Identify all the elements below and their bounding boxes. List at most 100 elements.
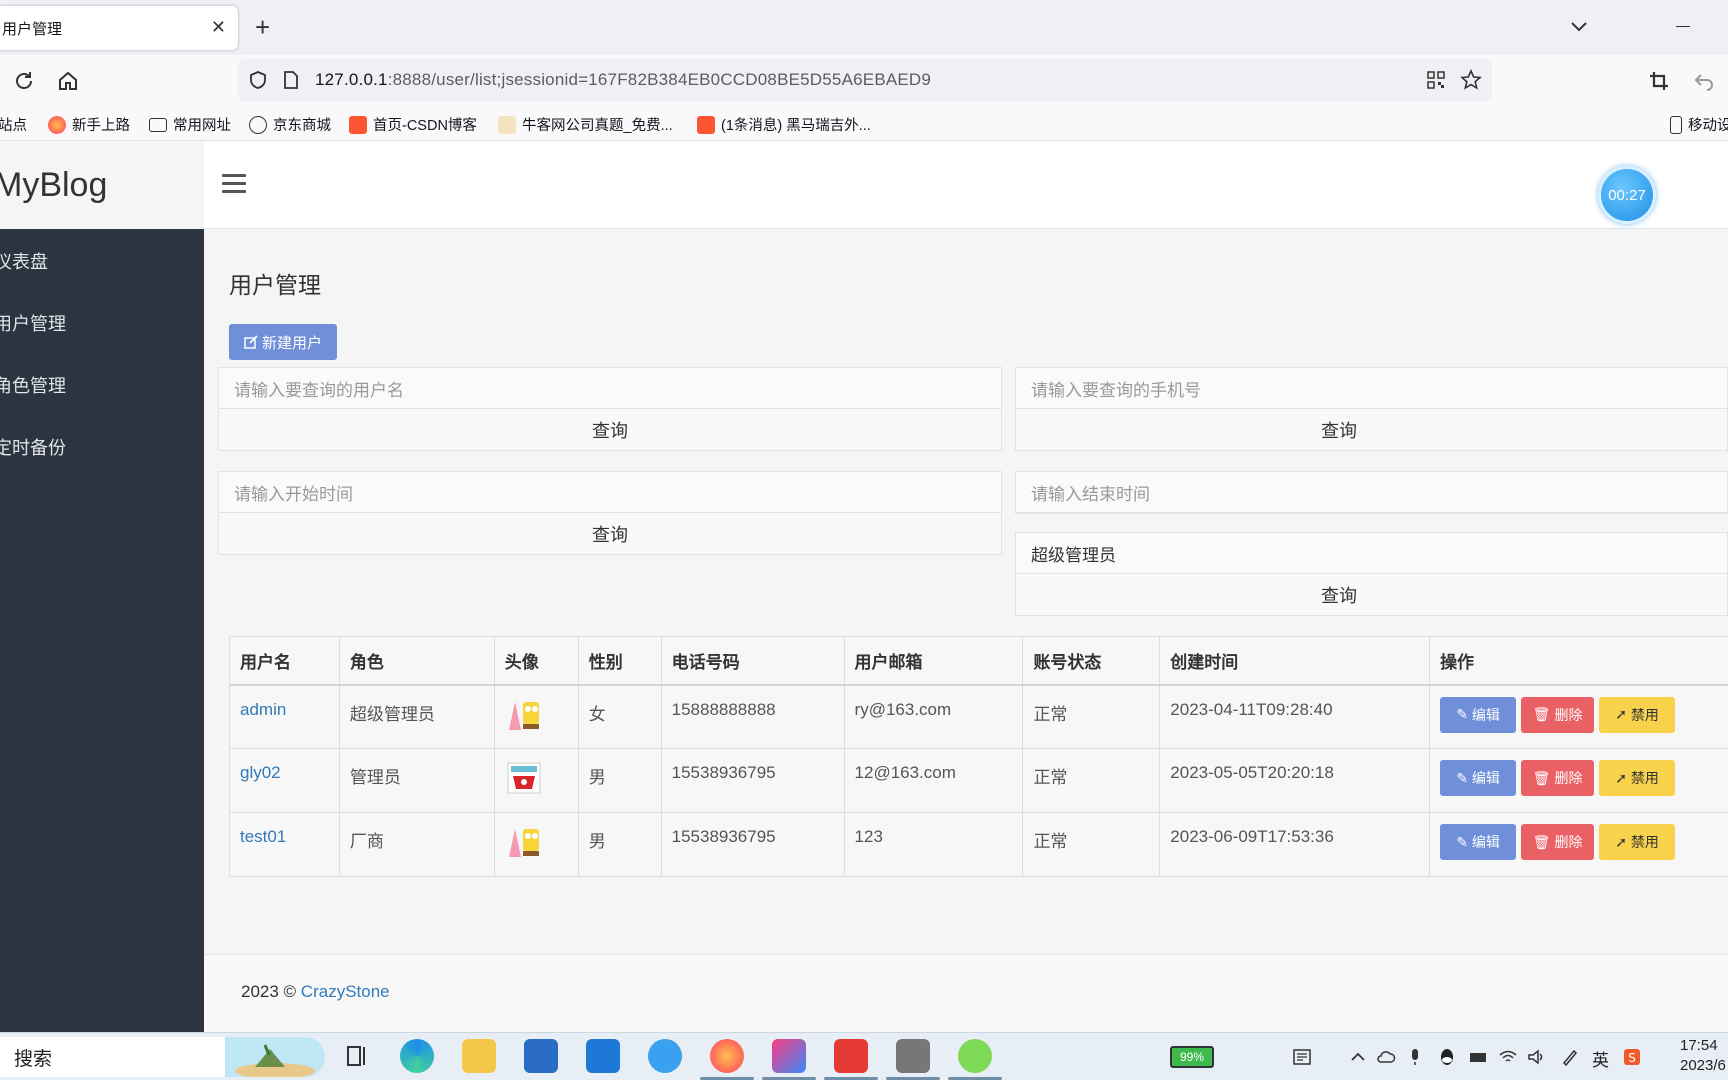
username-link[interactable]: test01 <box>229 812 340 877</box>
query-button[interactable]: 查询 <box>1016 409 1727 450</box>
phone-search: 请输入要查询的手机号 查询 <box>1015 367 1728 451</box>
avatar-cell <box>493 748 579 813</box>
delete-button[interactable]: 🗑 删除 <box>1521 760 1595 796</box>
username-link[interactable]: admin <box>229 684 340 749</box>
gender-cell: 男 <box>577 748 662 813</box>
reload-icon[interactable] <box>12 69 36 93</box>
sidebar-item-backup[interactable]: 定时备份 <box>0 422 204 472</box>
sidebar-item-roles[interactable]: 角色管理 <box>0 360 204 410</box>
firefox-taskbar-icon[interactable] <box>700 1039 754 1080</box>
username-link[interactable]: gly02 <box>229 748 340 813</box>
main-content: 用户管理 新建用户 请输入要查询的用户名 查询 请输入要查询的手机号 查询 请输… <box>204 229 1728 954</box>
mail-icon[interactable] <box>586 1039 620 1073</box>
qr-code-icon[interactable] <box>1426 70 1446 90</box>
bookmark-item[interactable]: 常用网址 <box>149 114 231 135</box>
tab-title: 用户管理 <box>2 20 63 38</box>
menu-toggle-icon[interactable] <box>222 174 246 194</box>
tab-list-chevron-icon[interactable] <box>1568 15 1590 37</box>
sidebar-item-users[interactable]: 用户管理 <box>0 298 204 348</box>
bookmark-item[interactable]: 首页-CSDN博客 <box>349 114 477 135</box>
file-explorer-icon[interactable] <box>462 1039 496 1073</box>
undo-icon[interactable] <box>1692 69 1716 93</box>
edit-button[interactable]: ✎ 编辑 <box>1440 824 1517 860</box>
created-time-cell: 2023-05-05T20:20:18 <box>1159 748 1431 813</box>
end-time-input[interactable]: 请输入结束时间 <box>1016 472 1727 513</box>
screenshot-crop-icon[interactable] <box>1647 69 1671 93</box>
phone-cell: 15888888888 <box>660 684 845 749</box>
csdn-icon <box>697 115 715 134</box>
intellij-icon[interactable] <box>762 1039 816 1080</box>
end-time-search: 请输入结束时间 <box>1015 471 1728 514</box>
app-footer: 2023 © CrazyStone <box>204 954 1728 1032</box>
input-method-indicator[interactable]: 英 <box>1592 1046 1609 1071</box>
qq-icon[interactable] <box>1437 1047 1457 1067</box>
volume-icon[interactable] <box>1526 1047 1546 1067</box>
start-time-input[interactable]: 请输入开始时间 <box>219 472 1001 513</box>
sogou-input-icon[interactable]: S <box>1622 1047 1642 1067</box>
table-header-row: 用户名 角色 头像 性别 电话号码 用户邮箱 账号状态 创建时间 操作 <box>229 636 1728 686</box>
copyright: 2023 © CrazyStone <box>241 982 390 1001</box>
role-select[interactable]: 超级管理员 <box>1016 533 1727 574</box>
phone-input[interactable]: 请输入要查询的手机号 <box>1016 368 1727 409</box>
task-view-icon[interactable] <box>340 1039 374 1073</box>
username-input[interactable]: 请输入要查询的用户名 <box>219 368 1001 409</box>
bookmark-star-icon[interactable] <box>1460 69 1482 91</box>
recorder-app-icon[interactable] <box>886 1039 940 1080</box>
close-tab-icon[interactable]: ✕ <box>211 17 226 38</box>
rocket-icon: ➚ <box>1615 833 1627 850</box>
new-tab-button[interactable]: + <box>255 12 270 43</box>
bookmark-item[interactable]: 京东商城 <box>249 114 331 135</box>
disable-button[interactable]: ➚ 禁用 <box>1599 824 1676 860</box>
brand-logo[interactable]: MyBlog <box>0 141 204 229</box>
wifi-icon[interactable] <box>1498 1047 1518 1067</box>
new-user-button[interactable]: 新建用户 <box>229 324 337 360</box>
page-icon[interactable] <box>282 70 300 90</box>
store-icon[interactable] <box>524 1039 558 1073</box>
query-button[interactable]: 查询 <box>219 409 1001 450</box>
pen-icon[interactable] <box>1560 1047 1580 1067</box>
folder-icon <box>149 117 167 132</box>
recording-timer[interactable]: 00:27 <box>1598 166 1656 224</box>
bookmarks-bar: f站点 新手上路 常用网址 京东商城 首页-CSDN博客 牛客网公司真题_免费.… <box>0 107 1728 141</box>
bookmark-item[interactable]: (1条消息) 黑马瑞吉外... <box>697 114 871 135</box>
avatar-cell <box>493 812 579 877</box>
status-cell: 正常 <box>1022 748 1161 813</box>
bookmark-item[interactable]: 牛客网公司真题_免费... <box>498 114 673 135</box>
microphone-icon[interactable] <box>1405 1047 1425 1067</box>
delete-button[interactable]: 🗑 删除 <box>1521 824 1595 860</box>
cloud-icon[interactable] <box>1376 1047 1396 1067</box>
query-button[interactable]: 查询 <box>1016 574 1727 615</box>
minimize-window-button[interactable] <box>1676 26 1690 27</box>
role-cell: 厂商 <box>338 812 495 877</box>
chevron-up-icon[interactable] <box>1348 1047 1368 1067</box>
role-cell: 超级管理员 <box>338 684 495 749</box>
shield-icon[interactable] <box>248 70 268 90</box>
ie-browser-icon[interactable] <box>648 1039 682 1073</box>
bookmark-item[interactable]: f站点 <box>0 114 27 135</box>
nowcoder-icon <box>498 115 516 134</box>
delete-button[interactable]: 🗑 删除 <box>1521 696 1595 733</box>
disable-button[interactable]: ➚ 禁用 <box>1599 696 1676 733</box>
edge-browser-icon[interactable] <box>400 1039 434 1073</box>
device-icon[interactable] <box>1468 1047 1488 1067</box>
footer-link[interactable]: CrazyStone <box>301 982 390 1001</box>
news-widget-icon[interactable] <box>1292 1047 1312 1067</box>
bookmark-item[interactable]: 移动设 <box>1670 114 1728 135</box>
battery-indicator[interactable]: 99% <box>1170 1046 1214 1068</box>
query-button[interactable]: 查询 <box>219 513 1001 554</box>
home-icon[interactable] <box>56 69 80 93</box>
url-bar[interactable]: 127.0.0.1:8888/user/list;jsessionid=167F… <box>238 59 1492 101</box>
taskbar-search[interactable]: 搜索 <box>0 1037 325 1077</box>
bookmark-item[interactable]: 新手上路 <box>48 114 130 135</box>
edit-button[interactable]: ✎ 编辑 <box>1440 760 1517 796</box>
role-search: 超级管理员 查询 <box>1015 532 1728 616</box>
browser-tab[interactable]: 用户管理 ✕ <box>0 6 238 50</box>
edit-button[interactable]: ✎ 编辑 <box>1440 696 1517 733</box>
wechat-like-app-icon[interactable] <box>948 1039 1002 1080</box>
sidebar-item-dashboard[interactable]: 仪表盘 <box>0 236 204 286</box>
url-text[interactable]: 127.0.0.1:8888/user/list;jsessionid=167F… <box>315 70 931 90</box>
csdn-icon <box>349 115 367 134</box>
disable-button[interactable]: ➚ 禁用 <box>1599 760 1676 796</box>
wps-office-icon[interactable] <box>824 1039 878 1080</box>
system-clock[interactable]: 17:54 2023/6 <box>1680 1036 1726 1076</box>
